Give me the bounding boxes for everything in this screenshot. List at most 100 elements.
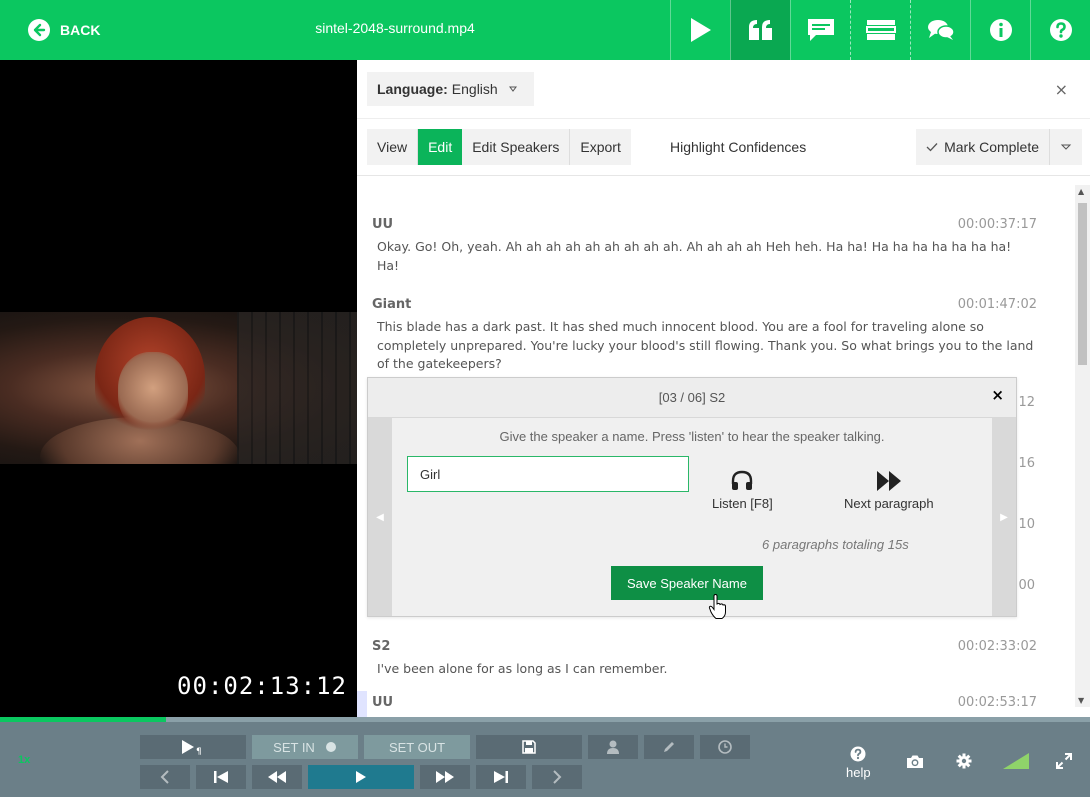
chevron-right-icon	[553, 770, 562, 784]
speaker-summary: 6 paragraphs totaling 15s	[762, 537, 909, 552]
chevron-right-icon: ▶	[1000, 511, 1008, 523]
list-item[interactable]: S2 00:02:33:02 I've been alone for as lo…	[372, 639, 1037, 679]
popup-hint: Give the speaker a name. Press 'listen' …	[499, 429, 885, 444]
screenshot-button[interactable]	[906, 754, 924, 769]
play-button[interactable]	[308, 765, 414, 789]
layout-mode-button[interactable]	[850, 0, 910, 60]
set-in-label: SET IN	[273, 739, 315, 755]
floppy-disk-icon	[522, 740, 536, 754]
paragraph-timecode[interactable]: 00:02:33:02	[958, 639, 1037, 654]
paragraph-timecode[interactable]: 00	[1018, 578, 1035, 593]
camera-icon	[907, 755, 923, 768]
headphones-icon	[732, 470, 753, 490]
record-dot-icon	[325, 742, 336, 752]
previous-speaker-button[interactable]: ◀	[368, 418, 392, 616]
paragraph-text[interactable]: This blade has a dark past. It has shed …	[377, 318, 1037, 374]
fast-forward-icon	[436, 771, 454, 783]
set-out-label: SET OUT	[388, 739, 446, 755]
file-title: sintel-2048-surround.mp4	[315, 20, 475, 36]
paragraph-timecode[interactable]: 00:00:37:17	[958, 217, 1037, 232]
next-paragraph-button[interactable]: Next paragraph	[844, 470, 934, 511]
save-speaker-name-button[interactable]: Save Speaker Name	[611, 566, 763, 600]
paragraph-timecode[interactable]: 00:02:53:17	[958, 695, 1037, 710]
set-out-button[interactable]: SET OUT	[364, 735, 470, 759]
time-button[interactable]	[700, 735, 750, 759]
rewind-icon	[268, 771, 286, 783]
back-button[interactable]: BACK	[28, 18, 100, 42]
settings-button[interactable]	[956, 753, 972, 769]
listen-label: Listen [F8]	[712, 496, 773, 511]
quote-mode-button[interactable]	[730, 0, 790, 60]
info-icon	[989, 19, 1012, 41]
fast-forward-icon	[876, 471, 901, 491]
help-label: help	[846, 765, 871, 780]
play-mode-button[interactable]	[670, 0, 730, 60]
speaker-button[interactable]	[588, 735, 638, 759]
volume-level-icon	[1003, 753, 1029, 769]
paragraph-text[interactable]: Okay. Go! Oh, yeah. Ah ah ah ah ah ah ah…	[377, 238, 1037, 275]
speaker-name[interactable]: UU	[372, 217, 1037, 232]
paragraph-timecode[interactable]: 10	[1018, 517, 1035, 532]
transcript-scrollbar[interactable]: ▲ ▼	[1075, 185, 1090, 707]
play-icon	[356, 771, 366, 783]
top-toolbar	[670, 0, 1090, 60]
selection-marker	[357, 691, 367, 717]
mode-tabs: View Edit Edit Speakers Export	[367, 129, 631, 165]
help-icon	[1049, 19, 1072, 41]
tab-view[interactable]: View	[367, 129, 419, 165]
paragraph-timecode[interactable]: 00:01:47:02	[958, 297, 1037, 312]
caption-mode-button[interactable]	[790, 0, 850, 60]
highlight-confidences-button[interactable]: Highlight Confidences	[670, 129, 806, 165]
popup-close-button[interactable]: ×	[991, 386, 1004, 404]
fullscreen-button[interactable]	[1056, 753, 1072, 769]
play-paragraph-button[interactable]: ¶	[140, 735, 246, 759]
speaker-name[interactable]: S2	[372, 639, 1037, 654]
speaker-name[interactable]: UU	[372, 695, 1037, 710]
tab-edit[interactable]: Edit	[418, 129, 463, 165]
volume-control[interactable]	[1002, 752, 1030, 770]
close-panel-button[interactable]: ×	[1055, 80, 1068, 99]
speaker-name-input[interactable]	[407, 456, 689, 492]
step-back-button[interactable]	[140, 765, 190, 789]
user-icon	[607, 740, 619, 754]
save-button[interactable]	[476, 735, 582, 759]
paragraph-timecode[interactable]: 16	[1018, 456, 1035, 471]
paragraph-text[interactable]: I've been alone for as long as I can rem…	[377, 660, 1037, 679]
mark-complete-dropdown[interactable]	[1050, 129, 1082, 165]
chat-mode-button[interactable]	[910, 0, 970, 60]
scrollbar-thumb[interactable]	[1078, 203, 1087, 365]
listen-button[interactable]: Listen [F8]	[712, 470, 773, 511]
fast-forward-button[interactable]	[420, 765, 470, 789]
next-speaker-button[interactable]: ▶	[992, 418, 1016, 616]
paragraph-timecode[interactable]: 12	[1018, 395, 1035, 410]
speaker-name[interactable]: Giant	[372, 297, 1037, 312]
video-player[interactable]: 00:02:13:12	[0, 60, 357, 717]
back-label: BACK	[60, 22, 101, 38]
help-button[interactable]	[1030, 0, 1090, 60]
help-control[interactable]: help	[846, 746, 871, 780]
video-timecode: 00:02:13:12	[177, 672, 347, 700]
tab-edit-speakers[interactable]: Edit Speakers	[462, 129, 571, 165]
info-button[interactable]	[970, 0, 1030, 60]
step-forward-button[interactable]	[532, 765, 582, 789]
rewind-button[interactable]	[252, 765, 302, 789]
list-item[interactable]: Giant 00:01:47:02 This blade has a dark …	[372, 297, 1037, 374]
mark-complete-button[interactable]: Mark Complete	[916, 129, 1050, 165]
skip-end-button[interactable]	[476, 765, 526, 789]
list-item[interactable]: UU 00:00:37:17 Okay. Go! Oh, yeah. Ah ah…	[372, 217, 1037, 275]
edit-button[interactable]	[644, 735, 694, 759]
list-item[interactable]: UU 00:02:53:17	[372, 695, 1037, 710]
language-value: English	[451, 81, 498, 97]
scroll-down-icon[interactable]: ▼	[1078, 696, 1084, 705]
mode-tabs-row: View Edit Edit Speakers Export Highlight…	[357, 118, 1090, 176]
tab-export[interactable]: Export	[570, 129, 630, 165]
skip-start-button[interactable]	[196, 765, 246, 789]
set-in-button[interactable]: SET IN	[252, 735, 358, 759]
caption-icon	[807, 19, 834, 41]
scroll-up-icon[interactable]: ▲	[1078, 187, 1084, 196]
playback-speed[interactable]: 1x	[18, 754, 30, 766]
language-selector[interactable]: Language: English	[367, 72, 534, 106]
svg-text:¶: ¶	[196, 747, 202, 755]
popup-header: [03 / 06] S2	[368, 378, 1016, 418]
mark-complete-group: Mark Complete	[916, 129, 1082, 165]
